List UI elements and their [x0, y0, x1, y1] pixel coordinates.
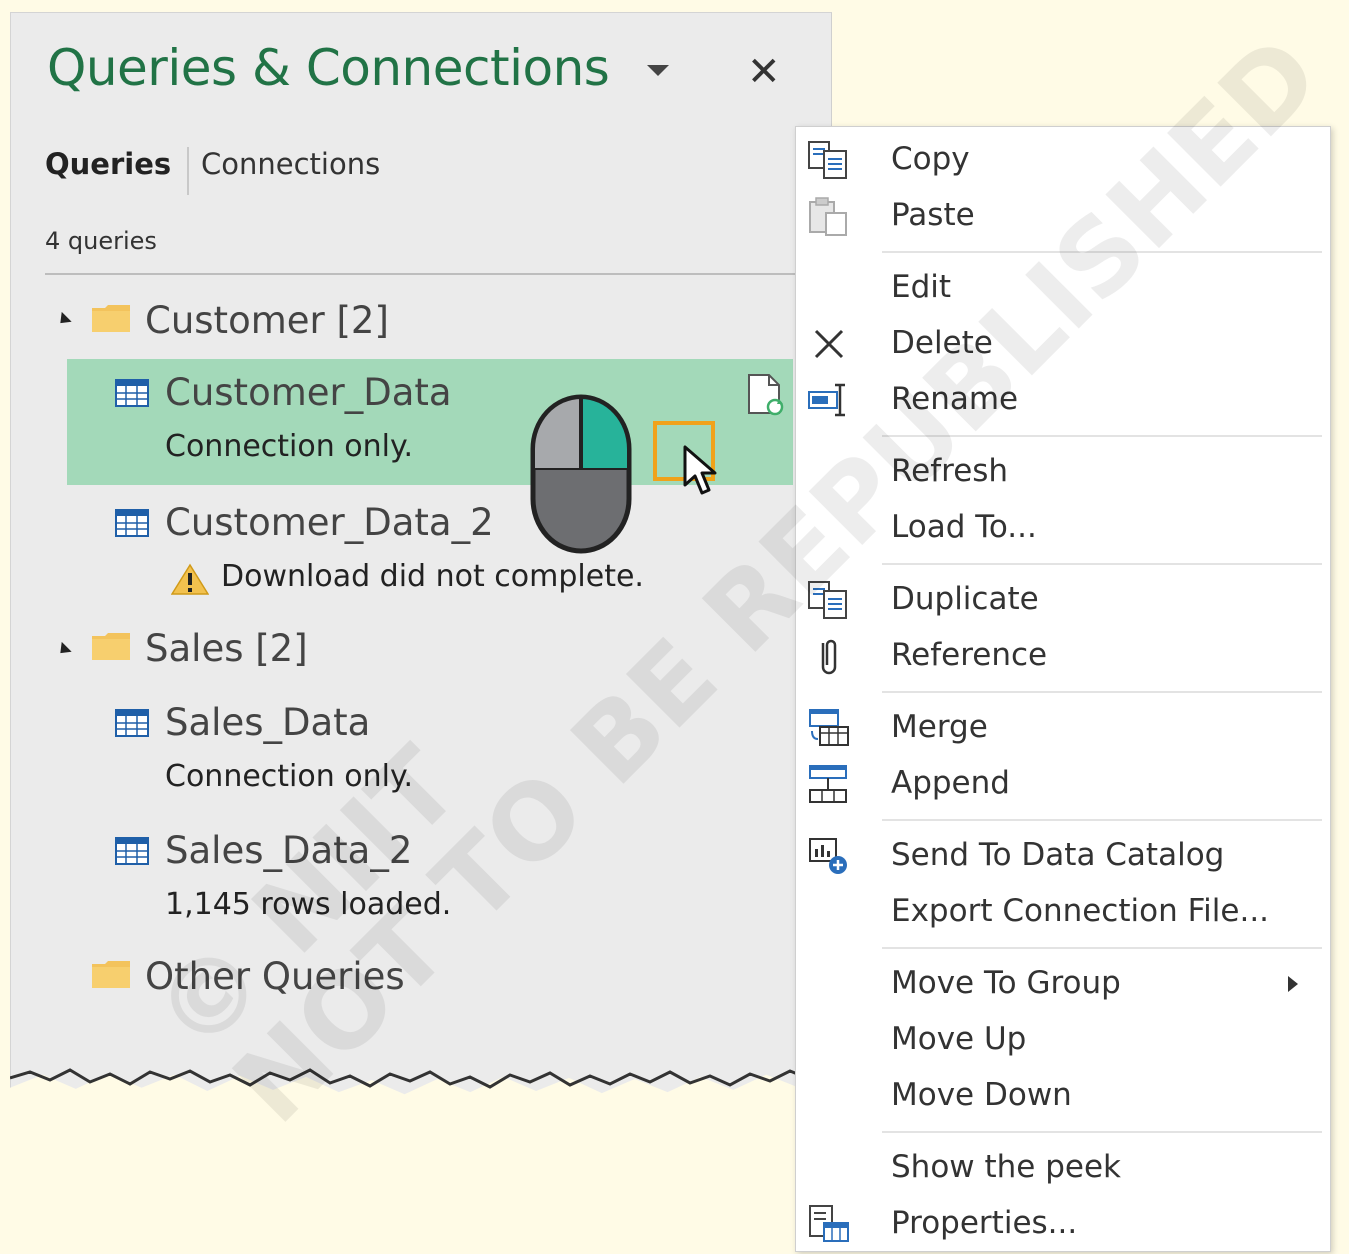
menu-item-load-to[interactable]: Load To... [796, 499, 1330, 555]
queries-connections-pane: Queries & Connections ✕ Queries Connecti… [10, 12, 832, 1095]
menu-item-export-connection-file[interactable]: Export Connection File... [796, 883, 1330, 939]
chevron-right-icon [1288, 976, 1298, 992]
query-item-sales-data[interactable]: Sales_Data Connection only. [67, 689, 793, 815]
menu-item-move-to-group[interactable]: Move To Group [796, 955, 1330, 1011]
menu-item-label: Delete [891, 325, 993, 361]
warning-icon [171, 563, 209, 595]
menu-item-label: Merge [891, 709, 988, 745]
folder-icon [92, 633, 130, 660]
paste-icon [809, 197, 847, 236]
menu-item-label: Export Connection File... [891, 893, 1270, 929]
menu-item-label: Move Down [891, 1077, 1072, 1113]
menu-item-label: Reference [891, 637, 1048, 673]
menu-item-label: Paste [891, 197, 975, 233]
mouse-icon [530, 394, 632, 554]
delete-icon [814, 329, 844, 359]
menu-item-rename[interactable]: Rename [796, 371, 1330, 427]
menu-item-show-the-peek[interactable]: Show the peek [796, 1139, 1330, 1195]
menu-item-label: Send To Data Catalog [891, 837, 1225, 873]
group-label-sales[interactable]: Sales [2] [145, 627, 308, 670]
menu-separator [882, 435, 1322, 437]
group-label-customer[interactable]: Customer [2] [145, 299, 389, 342]
menu-item-send-to-data-catalog[interactable]: Send To Data Catalog [796, 827, 1330, 883]
menu-separator [882, 947, 1322, 949]
cursor-icon [683, 445, 717, 495]
menu-item-append[interactable]: Append [796, 755, 1330, 811]
query-name: Customer_Data_2 [165, 501, 494, 544]
tab-connections[interactable]: Connections [201, 147, 380, 181]
query-status: Connection only. [165, 429, 413, 464]
table-icon [115, 509, 149, 537]
tab-queries[interactable]: Queries [45, 147, 171, 181]
divider [45, 273, 795, 275]
properties-icon [809, 1205, 849, 1242]
group-label-other-queries[interactable]: Other Queries [145, 955, 405, 998]
tab-divider [187, 147, 189, 195]
query-status: 1,145 rows loaded. [165, 887, 452, 922]
pane-title: Queries & Connections [47, 39, 610, 97]
menu-item-copy[interactable]: Copy [796, 131, 1330, 187]
menu-item-label: Move Up [891, 1021, 1027, 1057]
screenshot-stage: Queries & Connections ✕ Queries Connecti… [0, 0, 1349, 1254]
menu-item-properties[interactable]: Properties... [796, 1195, 1330, 1251]
menu-item-label: Move To Group [891, 965, 1121, 1001]
query-item-customer-data-2[interactable]: Customer_Data_2 Download did not complet… [67, 489, 793, 615]
query-name: Sales_Data_2 [165, 829, 413, 872]
menu-item-paste[interactable]: Paste [796, 187, 1330, 243]
collapse-triangle-icon[interactable] [55, 641, 72, 659]
query-status: Download did not complete. [221, 559, 644, 594]
menu-item-label: Refresh [891, 453, 1009, 489]
duplicate-icon [808, 581, 847, 619]
query-name: Customer_Data [165, 371, 452, 414]
query-status: Connection only. [165, 759, 413, 794]
torn-edge [10, 1068, 830, 1089]
menu-separator [882, 691, 1322, 693]
table-icon [115, 379, 149, 407]
menu-separator [882, 1131, 1322, 1133]
menu-item-reference[interactable]: Reference [796, 627, 1330, 683]
menu-item-merge[interactable]: Merge [796, 699, 1330, 755]
menu-separator [882, 819, 1322, 821]
menu-item-edit[interactable]: Edit [796, 259, 1330, 315]
menu-item-label: Append [891, 765, 1010, 801]
menu-item-label: Show the peek [891, 1149, 1122, 1185]
menu-item-label: Duplicate [891, 581, 1039, 617]
menu-item-move-down[interactable]: Move Down [796, 1067, 1330, 1123]
query-item-sales-data-2[interactable]: Sales_Data_2 1,145 rows loaded. [67, 817, 793, 943]
paperclip-icon [821, 639, 837, 675]
append-icon [809, 765, 847, 803]
rename-icon [808, 383, 845, 417]
table-icon [115, 837, 149, 865]
folder-icon [92, 305, 130, 332]
menu-separator [882, 563, 1322, 565]
menu-separator [882, 251, 1322, 253]
menu-item-label: Load To... [891, 509, 1037, 545]
table-icon [115, 709, 149, 737]
folder-icon [92, 961, 130, 988]
context-menu: Copy Paste Edit Delete Rename Refresh Lo… [795, 126, 1331, 1252]
chevron-down-icon[interactable] [647, 65, 669, 76]
menu-item-delete[interactable]: Delete [796, 315, 1330, 371]
menu-item-label: Rename [891, 381, 1019, 417]
data-catalog-icon [809, 838, 847, 874]
menu-item-move-up[interactable]: Move Up [796, 1011, 1330, 1067]
refresh-file-icon[interactable] [745, 373, 785, 417]
menu-item-label: Copy [891, 141, 970, 177]
collapse-triangle-icon[interactable] [55, 311, 72, 329]
menu-item-label: Edit [891, 269, 952, 305]
query-name: Sales_Data [165, 701, 371, 744]
menu-item-duplicate[interactable]: Duplicate [796, 571, 1330, 627]
close-icon[interactable]: ✕ [747, 49, 781, 95]
merge-icon [809, 709, 849, 746]
menu-item-refresh[interactable]: Refresh [796, 443, 1330, 499]
menu-item-label: Properties... [891, 1205, 1078, 1241]
query-count: 4 queries [45, 227, 157, 255]
copy-icon [808, 141, 847, 179]
